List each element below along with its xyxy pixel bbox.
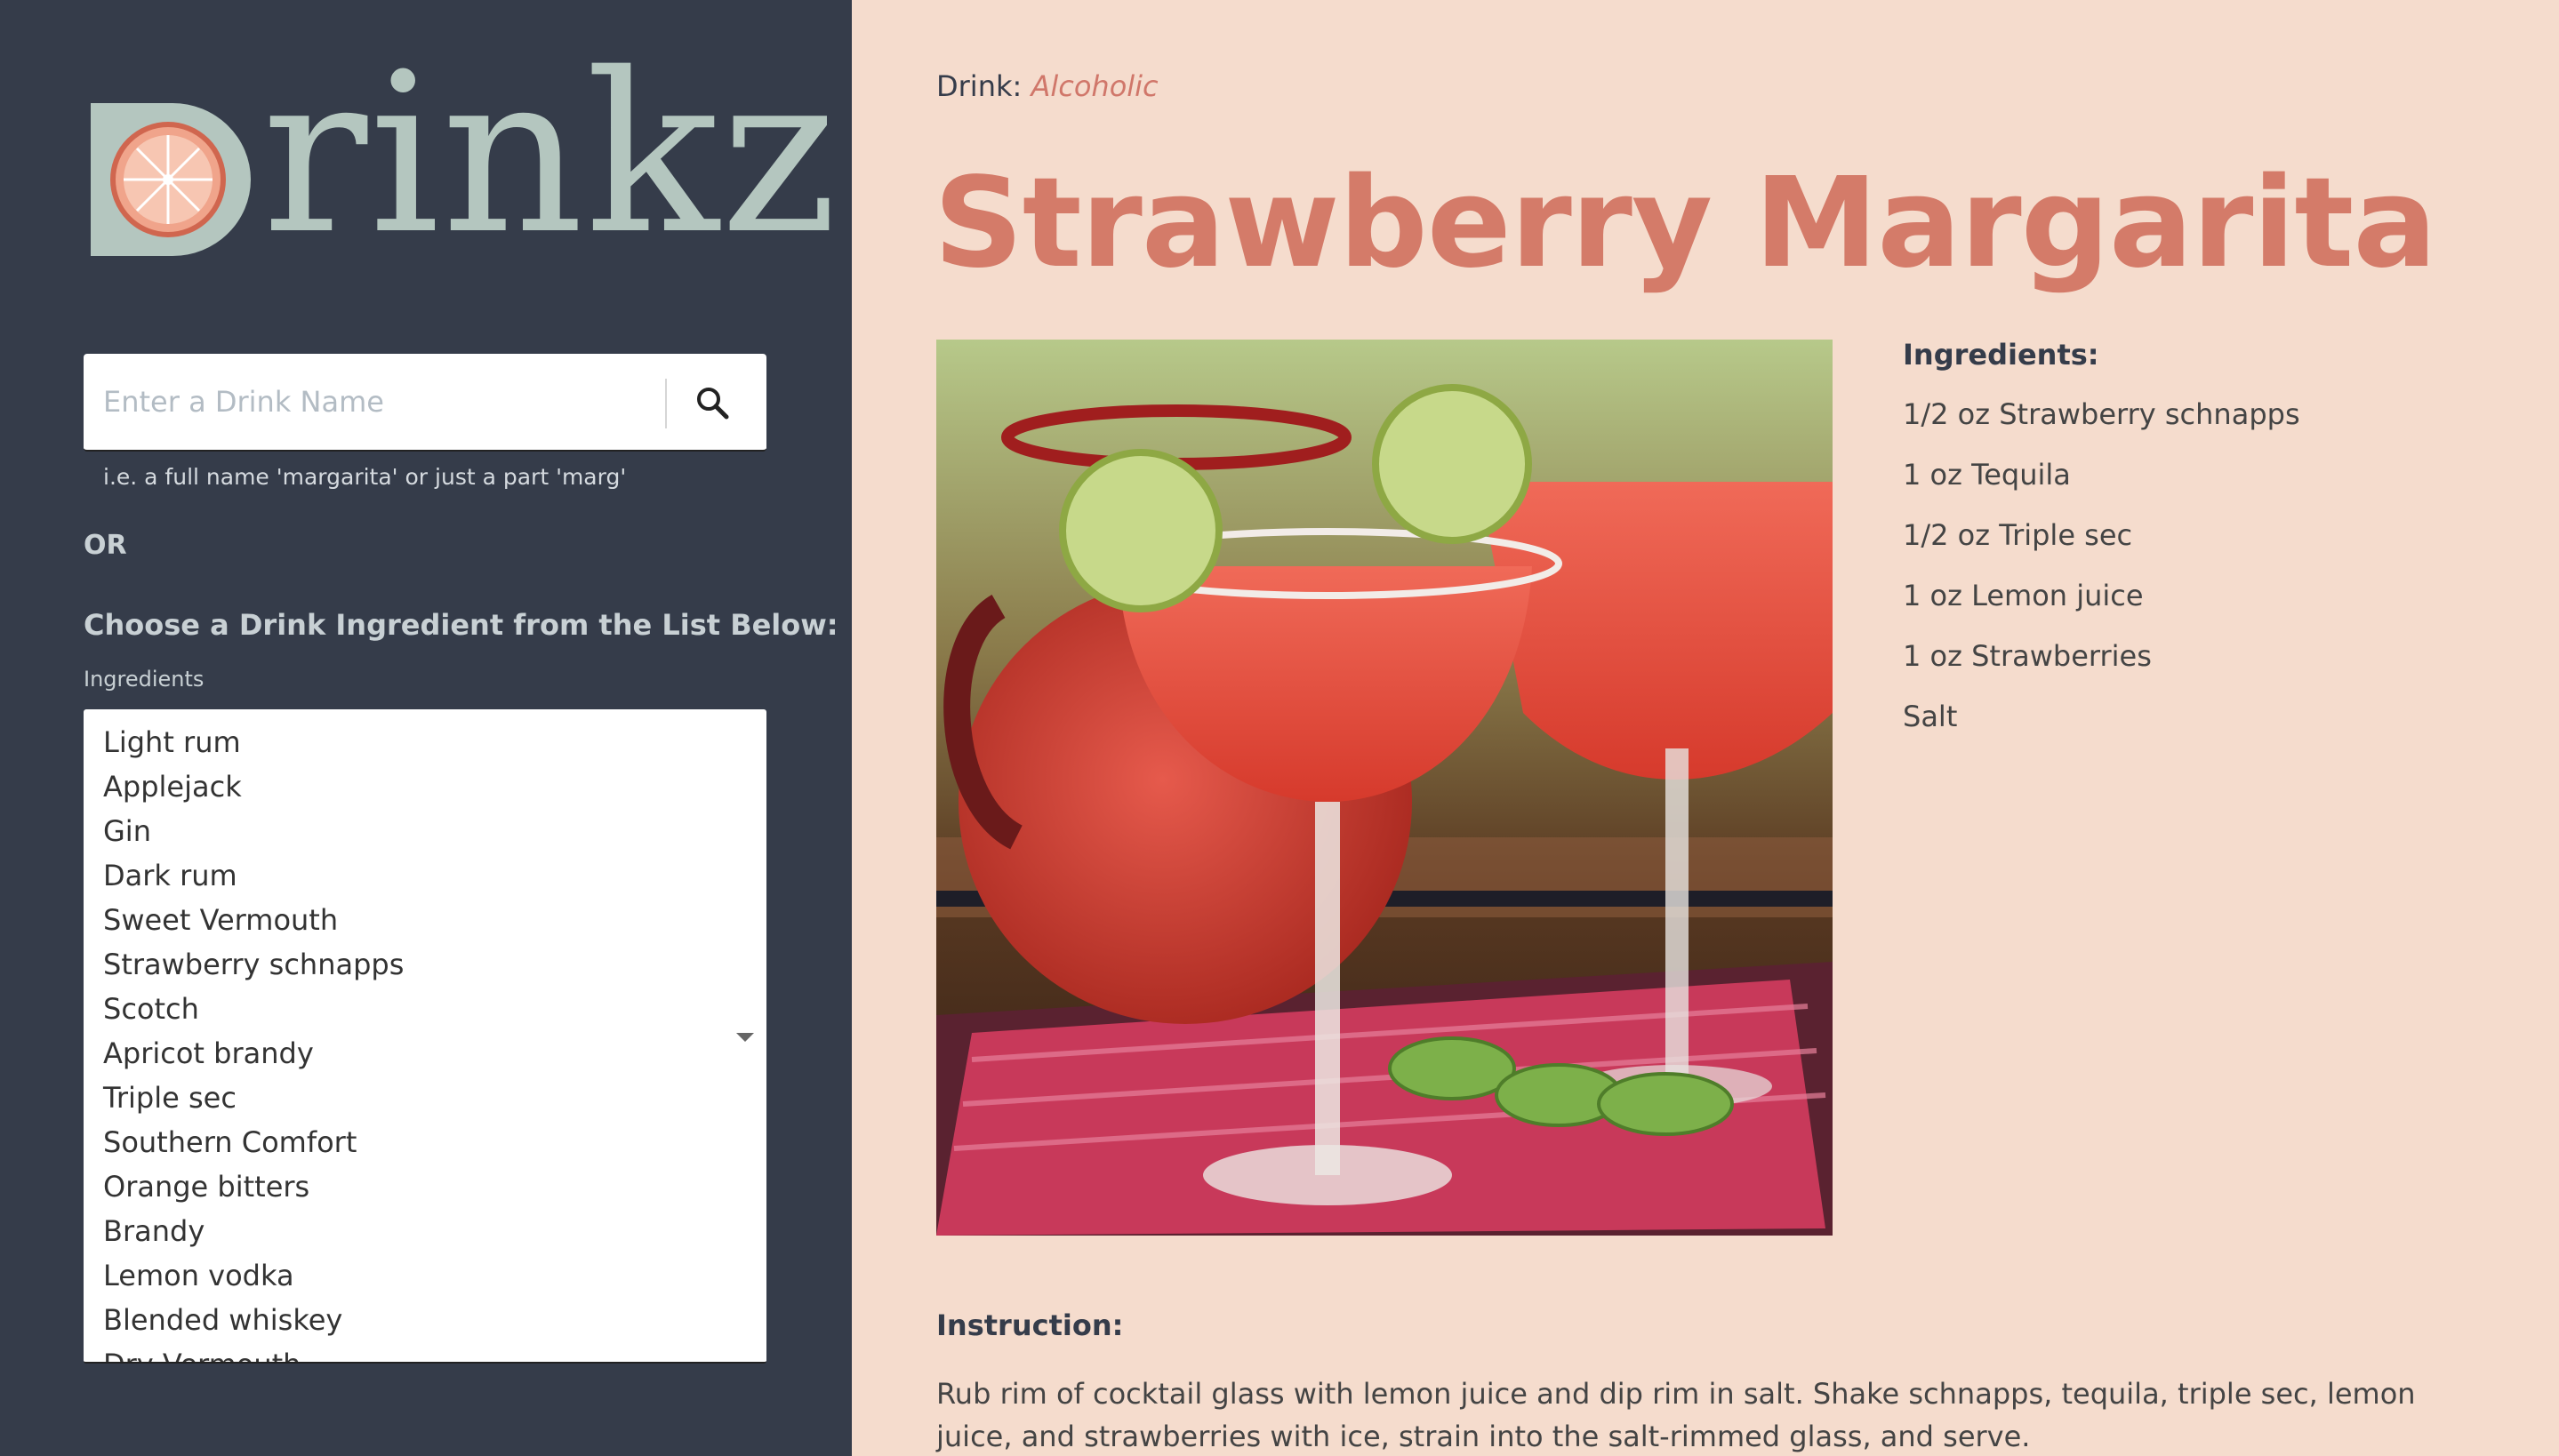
instruction-text: Rub rim of cocktail glass with lemon jui… [936,1377,2416,1453]
drink-ingredients: 1/2 oz Strawberry schnapps 1 oz Tequila 1/… [1903,396,2300,759]
ingredient-line: Salt [1903,700,1958,733]
ingredient-option[interactable]: Triple sec [84,1076,766,1120]
ingredient-line: 1 oz Lemon juice [1903,579,2144,612]
ingredient-select[interactable]: Light rum Applejack Gin Dark rum Sweet Vermo… [84,709,766,1364]
search-icon [697,388,729,420]
drink-title: Strawberry Margarita [934,151,2437,296]
ingredient-option[interactable]: Blended whiskey [84,1298,766,1342]
ingredient-prompt: Choose a Drink Ingredient from the List … [84,608,838,642]
ingredient-line: 1/2 oz Strawberry schnapps [1903,397,2300,431]
search-divider [665,379,667,428]
ingredient-option[interactable]: Scotch [84,987,766,1031]
logo-text: Drinkz [261,27,839,283]
search-box [84,354,766,452]
ingredient-option[interactable]: Strawberry schnapps [84,942,766,987]
drink-type-label: Drink: [936,69,1023,103]
drink-photo-image [936,340,1833,1236]
ingredient-option[interactable]: Light rum [84,720,766,764]
ingredient-line: 1 oz Strawberries [1903,639,2152,673]
ingredient-option[interactable]: Southern Comfort [84,1120,766,1164]
ingredient-line: 1/2 oz Triple sec [1903,518,2133,552]
ingredients-title: Ingredients: [1903,338,2099,372]
ingredient-option[interactable]: Sweet Vermouth [84,898,766,942]
ingredient-option[interactable]: Gin [84,809,766,853]
drink-category: Alcoholic [1031,69,1159,103]
search-hint: i.e. a full name 'margarita' or just a p… [103,464,627,490]
drink-type: Drink: Alcoholic [936,69,1159,103]
drink-search-input[interactable] [103,354,726,450]
ingredient-option[interactable]: Apricot brandy [84,1031,766,1076]
drink-detail: Drink: Alcoholic Strawberry Margarita In… [852,0,2559,1456]
ingredients-label: Ingredients [84,667,205,692]
ingredient-line: 1 oz Tequila [1903,458,2071,492]
ingredient-option[interactable]: Applejack [84,764,766,809]
ingredient-option[interactable]: Dry Vermouth [84,1342,766,1362]
ingredient-option[interactable]: Orange bitters [84,1164,766,1209]
ingredient-option[interactable]: Lemon vodka [84,1253,766,1298]
or-separator: OR [84,530,127,561]
ingredient-option[interactable]: Dark rum [84,853,766,898]
chevron-down-icon[interactable] [736,1033,754,1042]
search-button[interactable] [681,373,743,432]
ingredient-options: Light rum Applejack Gin Dark rum Sweet Vermo… [84,709,766,1362]
app-logo[interactable]: Drinkz [84,44,837,267]
drink-photo [936,340,1833,1236]
sidebar: Drinkz i.e. a full name 'margarita' or j… [0,0,852,1456]
ingredient-option[interactable]: Brandy [84,1209,766,1253]
instruction-title: Instruction: [936,1308,1124,1342]
